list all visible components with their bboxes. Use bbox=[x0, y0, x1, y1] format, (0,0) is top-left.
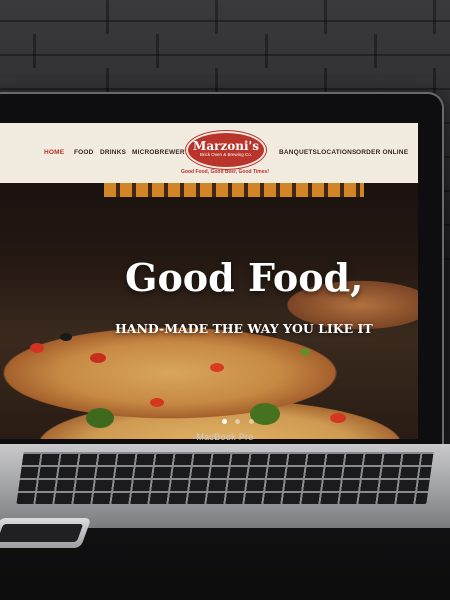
slider-dot-1[interactable] bbox=[222, 419, 227, 424]
logo-tagline: Good Food, Good Beer, Good Times! bbox=[181, 169, 269, 175]
nav-drinks[interactable]: DRINKS bbox=[100, 149, 126, 156]
nav-microbrewery[interactable]: MICROBREWERY bbox=[132, 149, 189, 156]
brick-oven-glow bbox=[104, 183, 364, 197]
hero-headline: Good Food, bbox=[125, 255, 364, 300]
brand-logo[interactable]: Marzoni's Brick Oven & Brewing Co. bbox=[186, 131, 266, 169]
device-label: MacBook Pro bbox=[196, 432, 254, 442]
hero-subheadline: HAND-MADE THE WAY YOU LIKE IT bbox=[115, 321, 373, 336]
nav-order-online[interactable]: ORDER ONLINE bbox=[356, 149, 408, 156]
pizza-topping bbox=[30, 343, 44, 353]
hero-banner: Good Food, HAND-MADE THE WAY YOU LIKE IT bbox=[0, 183, 418, 439]
laptop-keyboard bbox=[16, 452, 434, 504]
smartphone bbox=[0, 518, 92, 548]
nav-food[interactable]: FOOD bbox=[74, 149, 94, 156]
slider-dot-3[interactable] bbox=[248, 419, 254, 424]
nav-home[interactable]: HOME bbox=[44, 149, 64, 156]
site-navigation: HOME FOOD DRINKS MICROBREWERY Marzoni's … bbox=[0, 123, 418, 184]
pizza-topping bbox=[210, 363, 224, 372]
pizza-topping bbox=[300, 348, 310, 356]
pizza-topping bbox=[60, 333, 72, 341]
broccoli-topping bbox=[86, 408, 114, 428]
laptop-screen: HOME FOOD DRINKS MICROBREWERY Marzoni's … bbox=[0, 123, 418, 439]
pizza-topping bbox=[330, 413, 346, 423]
pizza-topping bbox=[90, 353, 106, 363]
nav-banquets[interactable]: BANQUETS bbox=[279, 149, 317, 156]
logo-name: Marzoni's bbox=[193, 139, 259, 153]
pizza-topping bbox=[150, 398, 164, 407]
nav-locations[interactable]: LOCATIONS bbox=[317, 149, 357, 156]
slider-dot-2[interactable] bbox=[235, 419, 241, 424]
slider-dots bbox=[222, 411, 258, 429]
